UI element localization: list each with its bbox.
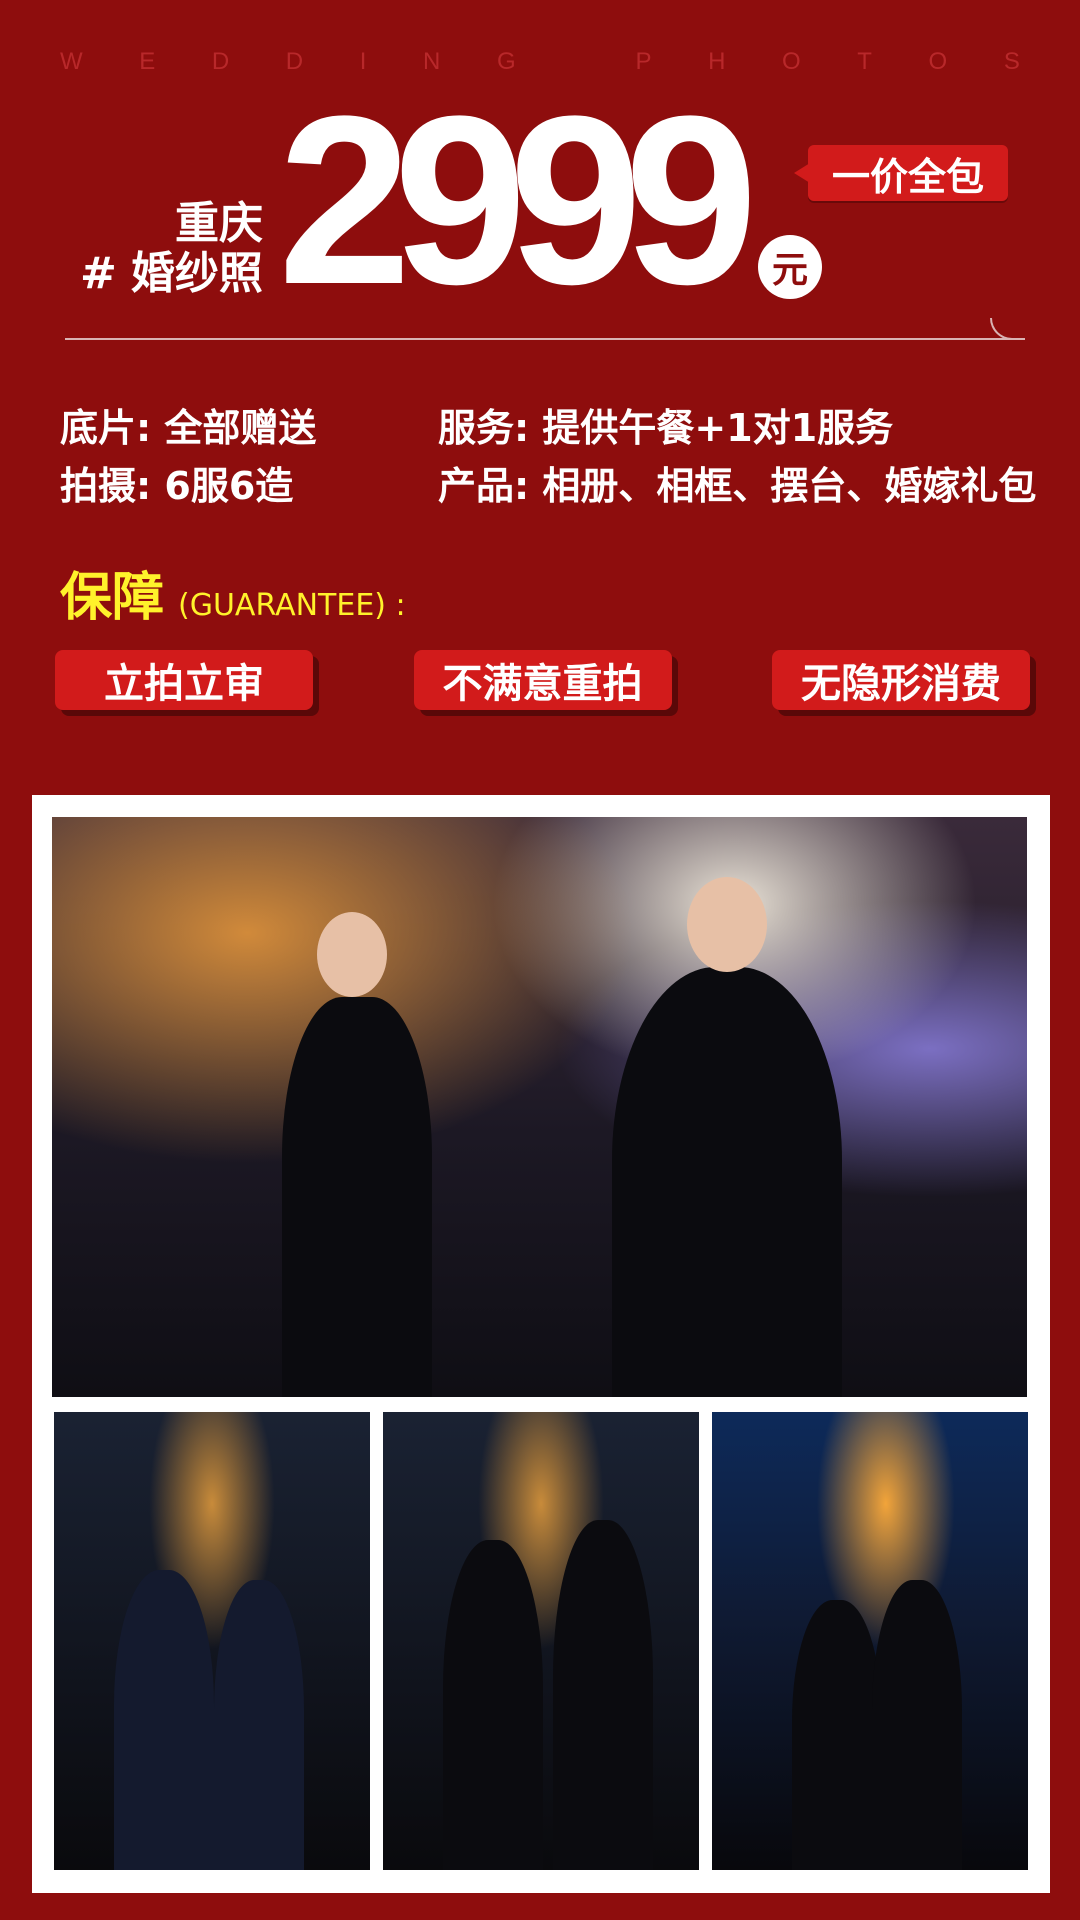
groom-figure: [872, 1580, 962, 1870]
eyebrow-letter: S: [1003, 48, 1020, 75]
bride-figure: [792, 1600, 882, 1870]
info-shooting: 拍摄: 6服6造: [60, 463, 294, 508]
groom-head: [687, 877, 767, 972]
info-service: 服务: 提供午餐+1对1服务: [438, 405, 894, 450]
hash-symbol: #: [80, 248, 117, 299]
groom-figure: [612, 967, 842, 1397]
thumbnail-photo-3: [712, 1412, 1028, 1870]
title-group: 重庆 # 婚纱照: [80, 200, 263, 300]
eyebrow-letter: E: [139, 48, 156, 75]
thumbnail-photo-2: [383, 1412, 699, 1870]
guarantee-subtitle: (GUARANTEE) :: [178, 588, 406, 623]
photo-frame: [32, 795, 1050, 1893]
price-number: 2999: [278, 66, 758, 334]
bride-figure: [214, 1580, 304, 1870]
chip-instant-review: 立拍立审: [55, 650, 313, 710]
guarantee-chips: 立拍立审 不满意重拍 无隐形消费: [55, 650, 1030, 710]
page-title: 婚纱照: [130, 248, 263, 299]
info-row: 底片: 全部赠送 服务: 提供午餐+1对1服务: [60, 395, 1040, 453]
groom-figure: [114, 1570, 214, 1870]
bride-figure: [443, 1540, 543, 1870]
chip-reshoot: 不满意重拍: [413, 650, 672, 710]
title-row: # 婚纱照: [80, 248, 263, 300]
chip-no-hidden-fees: 无隐形消费: [772, 650, 1030, 710]
divider-line: [65, 338, 1025, 340]
info-products: 产品: 相册、相框、摆台、婚嫁礼包: [438, 463, 1037, 508]
city-label: 重庆: [175, 198, 263, 249]
groom-figure: [553, 1520, 653, 1870]
divider-hook: [990, 318, 1022, 340]
eyebrow-letter: O: [782, 48, 801, 75]
main-photo: [52, 817, 1027, 1397]
bride-head: [317, 912, 387, 997]
eyebrow-letter: T: [857, 48, 872, 75]
eyebrow-letter: O: [928, 48, 948, 75]
eyebrow-letter: D: [211, 48, 230, 75]
all-inclusive-badge: 一价全包: [794, 145, 1008, 201]
promo-page: W E D D I N G P H O T O S 重庆 # 婚纱照 2999 …: [0, 0, 1080, 1920]
info-negatives: 底片: 全部赠送: [60, 405, 317, 450]
guarantee-heading: 保障 (GUARANTEE) :: [60, 555, 406, 630]
info-row: 拍摄: 6服6造 产品: 相册、相框、摆台、婚嫁礼包: [60, 453, 1040, 511]
eyebrow-letter: W: [60, 48, 83, 75]
thumbnail-photo-1: [54, 1412, 370, 1870]
info-grid: 底片: 全部赠送 服务: 提供午餐+1对1服务 拍摄: 6服6造 产品: 相册、…: [60, 395, 1040, 511]
bride-figure: [282, 997, 432, 1397]
currency-unit: 元: [758, 235, 822, 299]
guarantee-title: 保障: [60, 568, 165, 628]
